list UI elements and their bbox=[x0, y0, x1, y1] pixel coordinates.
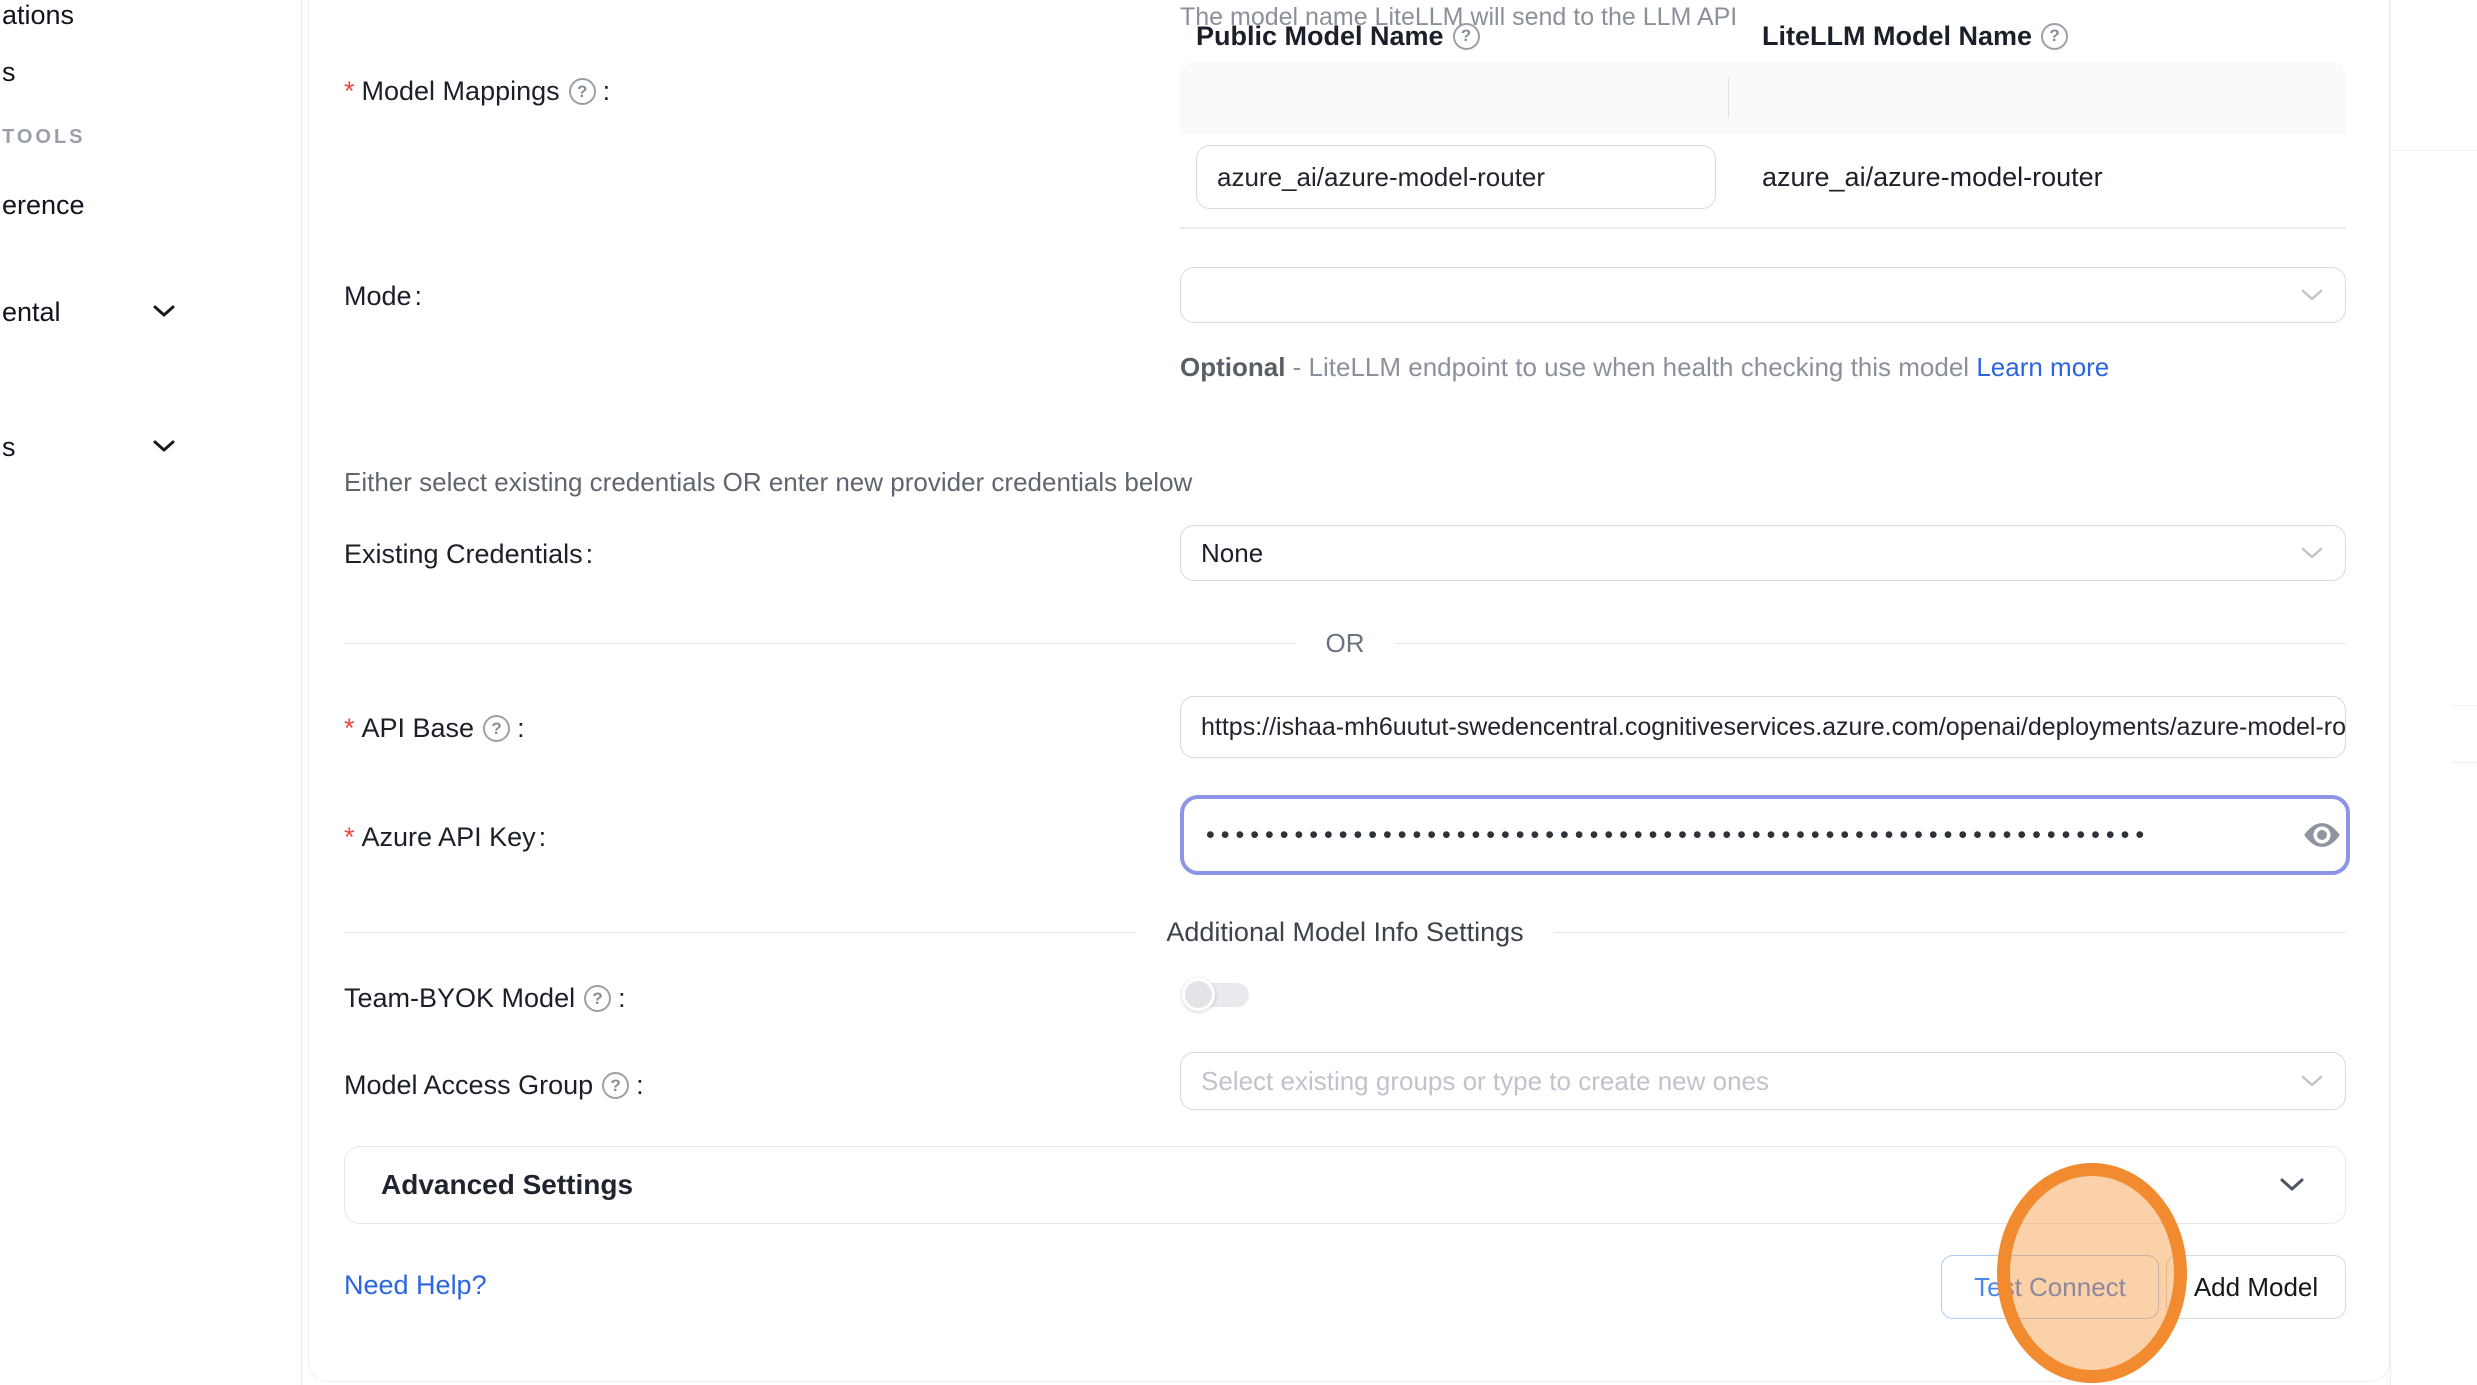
team-byok-label: Team-BYOK Model ? : bbox=[344, 983, 626, 1014]
add-model-page: ations s TOOLS erence ental s The model … bbox=[0, 0, 2477, 1385]
column-header-public-model-name: Public Model Name ? bbox=[1196, 0, 1484, 72]
sidebar-item-clipped-3[interactable]: erence bbox=[2, 190, 85, 221]
eye-icon[interactable] bbox=[2303, 818, 2341, 852]
azure-api-key-label: * Azure API Key : bbox=[344, 822, 546, 853]
chevron-down-icon bbox=[2301, 546, 2323, 560]
card-right-border bbox=[2390, 0, 2391, 1385]
or-divider-text: OR bbox=[1326, 628, 1365, 659]
sidebar-item-clipped-5[interactable]: s bbox=[2, 432, 16, 463]
test-connect-button[interactable]: Test Connect bbox=[1941, 1255, 2159, 1319]
chevron-down-icon[interactable] bbox=[152, 438, 176, 454]
chevron-down-icon bbox=[2279, 1177, 2305, 1193]
help-circle-icon[interactable]: ? bbox=[483, 715, 510, 742]
toggle-knob bbox=[1182, 978, 1215, 1011]
background-row-line bbox=[2452, 705, 2477, 706]
sidebar-item-clipped-1[interactable]: ations bbox=[2, 0, 74, 31]
advanced-settings-title: Advanced Settings bbox=[381, 1169, 2279, 1201]
column-header-litellm-model-name: LiteLLM Model Name ? bbox=[1762, 0, 2072, 72]
learn-more-link[interactable]: Learn more bbox=[1976, 352, 2109, 382]
required-asterisk: * bbox=[344, 713, 355, 744]
sidebar-item-clipped-2[interactable]: s bbox=[2, 57, 16, 88]
help-circle-icon[interactable]: ? bbox=[1453, 23, 1480, 50]
required-asterisk: * bbox=[344, 822, 355, 853]
advanced-settings-panel[interactable]: Advanced Settings bbox=[344, 1146, 2346, 1224]
chevron-down-icon[interactable] bbox=[152, 303, 176, 319]
help-circle-icon[interactable]: ? bbox=[584, 985, 611, 1012]
column-separator bbox=[1728, 78, 1729, 118]
or-divider: OR bbox=[344, 628, 2346, 659]
info-settings-divider: Additional Model Info Settings bbox=[344, 917, 2346, 948]
litellm-model-name-value: azure_ai/azure-model-router bbox=[1762, 162, 2103, 193]
mapping-table-header bbox=[1180, 62, 2346, 134]
mode-select[interactable] bbox=[1180, 267, 2346, 323]
sidebar-item-clipped-4[interactable]: ental bbox=[2, 297, 61, 328]
api-base-input[interactable]: https://ishaa-mh6uutut-swedencentral.cog… bbox=[1180, 696, 2346, 758]
model-access-group-label: Model Access Group ? : bbox=[344, 1070, 644, 1101]
existing-credentials-select[interactable]: None bbox=[1180, 525, 2346, 581]
background-row-line bbox=[2452, 762, 2477, 763]
sidebar: ations s TOOLS erence ental s bbox=[0, 0, 302, 1385]
help-circle-icon[interactable]: ? bbox=[569, 78, 596, 105]
model-mappings-label: * Model Mappings ? : bbox=[344, 76, 610, 107]
existing-credentials-label: Existing Credentials : bbox=[344, 539, 593, 570]
help-circle-icon[interactable]: ? bbox=[2041, 23, 2068, 50]
public-model-name-input[interactable]: azure_ai/azure-model-router bbox=[1196, 145, 1716, 209]
model-access-group-select[interactable]: Select existing groups or type to create… bbox=[1180, 1052, 2346, 1110]
table-row-divider bbox=[1180, 227, 2346, 229]
required-asterisk: * bbox=[344, 76, 355, 107]
need-help-link[interactable]: Need Help? bbox=[344, 1270, 487, 1301]
add-model-button[interactable]: Add Model bbox=[2166, 1255, 2346, 1319]
masked-api-key: ••••••••••••••••••••••••••••••••••••••••… bbox=[1206, 795, 2150, 875]
chevron-down-icon bbox=[2301, 288, 2323, 302]
sidebar-section-tools: TOOLS bbox=[2, 126, 86, 149]
mode-help-text: Optional - LiteLLM endpoint to use when … bbox=[1180, 347, 2160, 387]
background-row-line bbox=[2392, 150, 2477, 151]
info-settings-divider-text: Additional Model Info Settings bbox=[1166, 917, 1523, 948]
azure-api-key-input[interactable]: ••••••••••••••••••••••••••••••••••••••••… bbox=[1180, 795, 2350, 875]
team-byok-toggle[interactable] bbox=[1182, 978, 1252, 1014]
help-circle-icon[interactable]: ? bbox=[602, 1072, 629, 1099]
mode-label: Mode : bbox=[344, 281, 422, 312]
chevron-down-icon bbox=[2301, 1074, 2323, 1088]
api-base-label: * API Base ? : bbox=[344, 713, 525, 744]
credentials-note: Either select existing credentials OR en… bbox=[344, 467, 1192, 498]
